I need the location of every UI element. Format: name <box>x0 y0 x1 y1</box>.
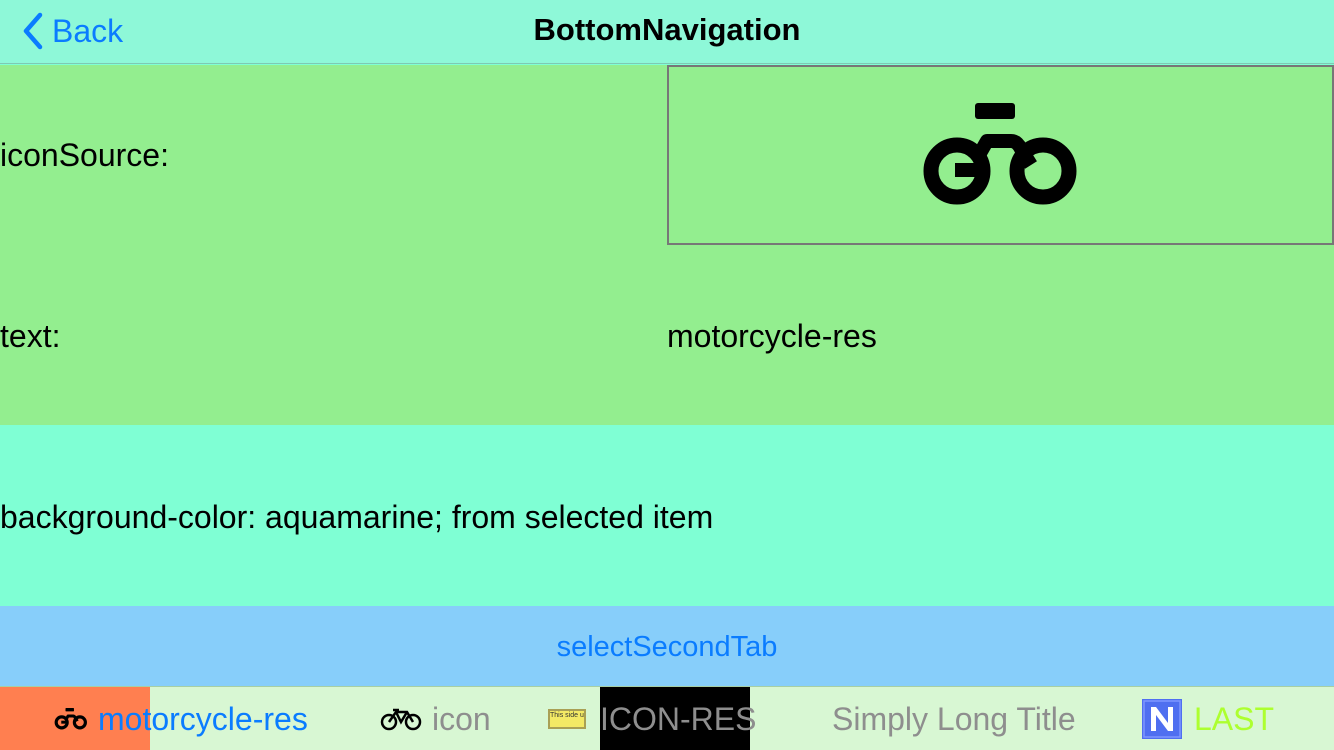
navigation-bar: Back BottomNavigation <box>0 0 1334 64</box>
tab-last[interactable]: LAST <box>1142 687 1274 750</box>
n-logo-icon <box>1142 699 1182 739</box>
tab-icon-res[interactable]: This side up ICON-RES <box>548 687 756 750</box>
tab-label: icon <box>432 700 491 737</box>
icon-source-label: iconSource: <box>0 137 169 173</box>
tab-icon[interactable]: icon <box>380 687 491 750</box>
tab-motorcycle-res[interactable]: motorcycle-res <box>54 687 308 750</box>
tab-label: ICON-RES <box>600 700 757 737</box>
bicycle-icon <box>380 707 422 731</box>
this-side-up-icon: This side up <box>548 709 586 729</box>
tab-label: Simply Long Title <box>832 700 1076 737</box>
tab-label: LAST <box>1194 700 1275 737</box>
background-info-text: background-color: aquamarine; from selec… <box>0 499 714 535</box>
tab-simply-long-title[interactable]: Simply Long Title <box>832 687 1076 750</box>
text-value: motorcycle-res <box>667 318 877 354</box>
text-label: text: <box>0 318 61 354</box>
background-info-row: background-color: aquamarine; from selec… <box>0 425 1334 606</box>
tab-label: motorcycle-res <box>98 700 308 737</box>
page-title: BottomNavigation <box>533 12 801 47</box>
bottom-tab-bar: motorcycle-res icon This side up ICON-RE… <box>0 686 1334 750</box>
select-second-tab-button[interactable]: selectSecondTab <box>0 606 1334 686</box>
icon-source-image <box>667 65 1334 245</box>
content-grid: iconSource: text: motorcycle-res <box>0 65 1334 425</box>
motorcycle-icon <box>923 103 1076 205</box>
motorcycle-icon <box>54 708 88 730</box>
